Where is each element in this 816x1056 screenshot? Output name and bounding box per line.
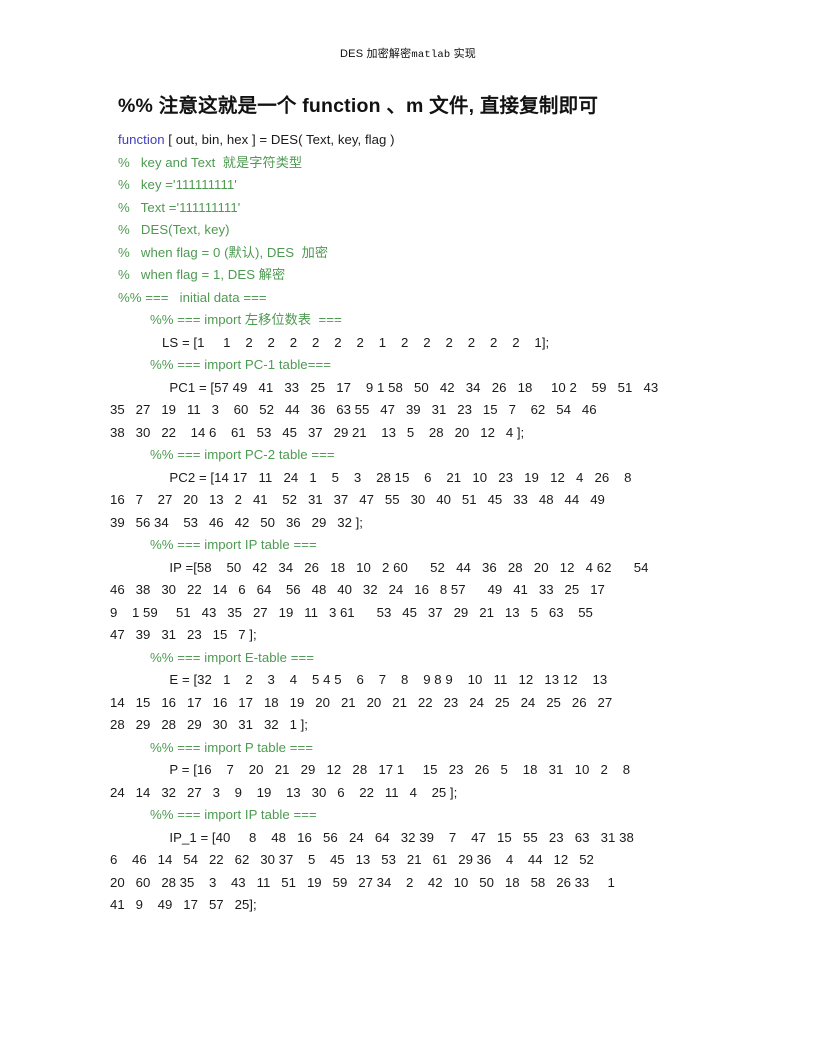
function-signature-line: function [ out, bin, hex ] = DES( Text, … — [118, 129, 718, 152]
comment-line: % when flag = 1, DES 解密 — [118, 267, 286, 283]
document-body: %% 注意这就是一个 function 、m 文件, 直接复制即可 functi… — [110, 94, 718, 917]
section-comment-ls-table: %% === import 左移位数表 === — [150, 312, 342, 328]
section-comment-ip1-table: %% === import IP table === — [150, 807, 317, 823]
comment-line: % DES(Text, key) — [118, 222, 230, 238]
code-data-wrap-ip: 46 38 30 22 14 6 64 56 48 40 32 24 16 8 … — [110, 582, 605, 598]
document-header-mono: matlab — [411, 49, 451, 61]
code-data-wrap-e: 14 15 16 17 16 17 18 19 20 21 20 21 22 2… — [110, 694, 613, 710]
document-header-prefix: DES — [340, 48, 367, 60]
code-data-wrap-pc1: 35 27 19 11 3 60 52 44 36 63 55 47 39 31… — [110, 402, 597, 418]
comment-line: % Text ='111111111' — [118, 199, 241, 215]
code-data-line-e: E = [32 1 2 3 4 5 4 5 6 7 8 9 8 9 10 11 … — [162, 672, 608, 688]
section-comment-e-table: %% === import E-table === — [150, 649, 314, 665]
code-data-line-ls: LS = [1 1 2 2 2 2 2 2 1 2 2 2 2 2 2 1]; — [162, 334, 550, 350]
section-comment-pc2-table: %% === import PC-2 table === — [150, 447, 335, 463]
document-page: DES 加密解密matlab 实现 %% 注意这就是一个 function 、m… — [0, 0, 816, 1056]
code-data-line-pc2: PC2 = [14 17 11 24 1 5 3 28 15 6 21 10 2… — [162, 469, 632, 485]
comment-line: % key and Text 就是字符类型 — [118, 154, 303, 170]
section-comment-ip-table: %% === import IP table === — [150, 537, 317, 553]
code-data-wrap-ip: 9 1 59 51 43 35 27 19 11 3 61 53 45 37 2… — [110, 604, 593, 620]
document-header-cjk-2: 实现 — [450, 48, 476, 60]
function-keyword: function — [118, 132, 165, 148]
code-data-line-ip1: IP_1 = [40 8 48 16 56 24 64 32 39 7 47 1… — [162, 829, 634, 845]
section-comment-p-table: %% === import P table === — [150, 739, 314, 755]
code-data-wrap-ip1: 41 9 49 17 57 25]; — [110, 897, 257, 913]
code-data-wrap-pc2: 16 7 27 20 13 2 41 52 31 37 47 55 30 40 … — [110, 492, 605, 508]
code-data-wrap-e: 28 29 28 29 30 31 32 1 ]; — [110, 717, 308, 733]
comment-line: % when flag = 0 (默认), DES 加密 — [118, 244, 329, 260]
section-comment-pc1-table: %% === import PC-1 table=== — [150, 357, 331, 373]
code-data-wrap-p: 24 14 32 27 3 9 19 13 30 6 22 11 4 25 ]; — [110, 784, 458, 800]
code-data-wrap-ip1: 20 60 28 35 3 43 11 51 19 59 27 34 2 42 … — [110, 874, 615, 890]
comment-line: % key ='111111111' — [118, 177, 237, 193]
document-header-cjk-1: 加密解密 — [366, 48, 412, 60]
code-data-line-ip: IP =[58 50 42 34 26 18 10 2 60 52 44 36 … — [162, 559, 649, 575]
code-data-wrap-pc2: 39 56 34 53 46 42 50 36 29 32 ]; — [110, 514, 363, 530]
code-data-line-p: P = [16 7 20 21 29 12 28 17 1 15 23 26 5… — [162, 762, 631, 778]
page-title: %% 注意这就是一个 function 、m 文件, 直接复制即可 — [118, 95, 599, 117]
code-data-wrap-ip1: 6 46 14 54 22 62 30 37 5 45 13 53 21 61 … — [110, 852, 594, 868]
function-signature-rest: [ out, bin, hex ] = DES( Text, key, flag… — [164, 132, 395, 148]
section-comment-initial-data: %% === initial data === — [118, 289, 267, 305]
code-data-wrap-ip: 47 39 31 23 15 7 ]; — [110, 627, 257, 643]
code-data-wrap-pc1: 38 30 22 14 6 61 53 45 37 29 21 13 5 28 … — [110, 424, 525, 440]
code-data-line-pc1: PC1 = [57 49 41 33 25 17 9 1 58 50 42 34… — [162, 379, 659, 395]
document-header: DES 加密解密matlab 实现 — [0, 45, 816, 61]
